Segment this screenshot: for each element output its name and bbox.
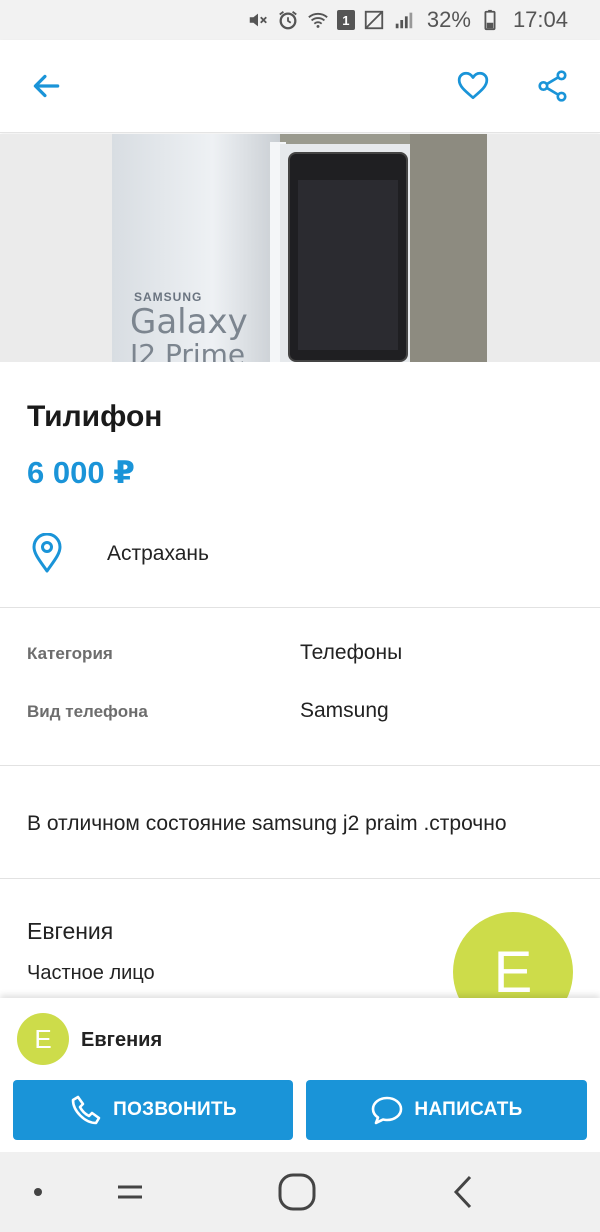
recents-icon	[118, 1185, 142, 1199]
phone-icon	[71, 1095, 101, 1125]
battery-icon	[479, 9, 501, 31]
battery-percent: 32%	[426, 7, 471, 32]
listing-description: В отличном состояние samsung j2 praim .с…	[27, 812, 507, 835]
write-button[interactable]: НАПИСАТЬ	[306, 1080, 587, 1140]
seller-mini-avatar[interactable]: E	[17, 1013, 69, 1065]
dot-icon	[34, 1188, 42, 1196]
nav-recents[interactable]	[110, 1172, 150, 1212]
heart-icon	[457, 71, 489, 100]
photo-phone	[288, 152, 408, 362]
param-value-phone-type: Samsung	[300, 699, 389, 722]
status-icons: 1 32% 17:04	[247, 7, 568, 33]
seller-type: Частное лицо	[27, 962, 155, 984]
app-bar	[0, 40, 600, 133]
listing-location: Астрахань	[107, 542, 209, 565]
nav-back[interactable]	[444, 1172, 484, 1212]
chat-icon	[372, 1096, 403, 1125]
divider	[0, 765, 600, 766]
listing-title: Тилифон	[27, 400, 163, 433]
clock: 17:04	[512, 7, 568, 32]
share-icon	[538, 70, 567, 102]
home-icon	[278, 1173, 316, 1211]
photo-model-sub-text: J2 Prime	[130, 338, 246, 362]
seller-name[interactable]: Евгения	[27, 918, 113, 945]
param-label-category: Категория	[27, 644, 113, 663]
seller-mini-name[interactable]: Евгения	[81, 1029, 162, 1052]
no-signal-icon	[363, 9, 385, 31]
favorite-button[interactable]	[449, 62, 497, 110]
contact-panel: E Евгения ПОЗВОНИТЬ НАПИСАТЬ	[0, 998, 600, 1152]
photo-model-text: Galaxy	[130, 302, 248, 342]
photo-gallery[interactable]: SAMSUNG Galaxy J2 Prime	[0, 134, 600, 362]
alarm-icon	[277, 9, 299, 31]
mute-icon	[247, 9, 269, 31]
divider	[0, 878, 600, 879]
nav-dot[interactable]	[18, 1172, 58, 1212]
call-button[interactable]: ПОЗВОНИТЬ	[13, 1080, 293, 1140]
back-button[interactable]	[22, 62, 70, 110]
param-value-category: Телефоны	[300, 641, 403, 664]
share-button[interactable]	[529, 62, 577, 110]
status-bar: 1 32% 17:04	[0, 0, 600, 40]
param-label-phone-type: Вид телефона	[27, 702, 148, 721]
call-button-label: ПОЗВОНИТЬ	[113, 1099, 237, 1120]
back-icon	[453, 1175, 472, 1209]
write-button-label: НАПИСАТЬ	[414, 1099, 523, 1120]
back-arrow-icon	[33, 74, 60, 98]
listing-photo[interactable]: SAMSUNG Galaxy J2 Prime	[112, 134, 487, 362]
system-nav-bar	[0, 1152, 600, 1232]
location-pin-icon	[32, 533, 62, 573]
nav-home[interactable]	[277, 1172, 317, 1212]
divider	[0, 607, 600, 608]
signal-icon	[393, 9, 415, 31]
sim-icon: 1	[336, 10, 355, 30]
listing-price: 6 000 ₽	[27, 455, 135, 490]
wifi-icon	[307, 9, 329, 31]
